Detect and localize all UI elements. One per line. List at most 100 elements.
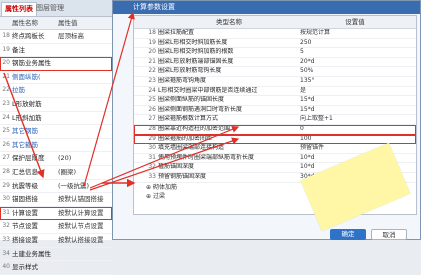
property-row[interactable]: 23 L形放射筋 xyxy=(0,98,112,112)
properties-header: 属性名称 属性值 xyxy=(0,17,112,30)
property-row[interactable]: 31 计算设置 按默认计算设置 xyxy=(0,206,112,221)
property-value[interactable] xyxy=(58,57,110,70)
row-number: 30 xyxy=(148,144,156,152)
setting-value[interactable]: 按规范计算 xyxy=(300,29,410,38)
property-row[interactable]: 18 终点跨板长 层顶标高 xyxy=(0,30,112,44)
setting-value[interactable]: 15*d xyxy=(300,96,410,105)
property-value[interactable]: (一级抗震) xyxy=(58,180,110,193)
property-value[interactable] xyxy=(58,248,110,261)
property-row[interactable]: 30 锚固搭接 按默认锚固搭接 xyxy=(0,193,112,207)
property-name: 钢筋业务属性 xyxy=(12,59,51,68)
property-row[interactable]: 20 钢筋业务属性 xyxy=(0,57,112,71)
row-number: 26 xyxy=(148,105,156,113)
setting-row[interactable]: 20 圈梁L形相交时斜加筋的根数 5 xyxy=(134,48,416,58)
setting-name: 圈梁L形放射筋弯钩长度 xyxy=(158,67,222,75)
setting-value[interactable]: 50% xyxy=(300,67,410,76)
row-number: 26 xyxy=(2,140,10,148)
cancel-button[interactable]: 取消 xyxy=(371,229,407,240)
property-row[interactable]: 27 保护层厚度 (20) xyxy=(0,152,112,166)
setting-row[interactable]: 21 圈梁L形放射筋端部锚固长度 20*d xyxy=(134,58,416,68)
property-value[interactable]: 按默认搭接设置 xyxy=(58,234,110,247)
header-type-name: 类型名称 xyxy=(216,18,242,26)
row-number: 20 xyxy=(148,48,156,56)
setting-value[interactable]: 135° xyxy=(300,77,410,86)
setting-value[interactable]: 5 xyxy=(300,48,410,57)
setting-value[interactable]: 20*d xyxy=(300,58,410,67)
property-name: 搭接设置 xyxy=(12,235,38,244)
row-number: 23 xyxy=(2,99,10,107)
setting-value[interactable]: 0 xyxy=(300,125,410,134)
setting-value[interactable]: 向上取整+1 xyxy=(300,115,410,124)
property-row[interactable]: 40 显示样式 xyxy=(0,261,112,275)
property-value[interactable] xyxy=(58,44,110,57)
setting-value[interactable]: 15*d xyxy=(300,106,410,115)
setting-name: 圈梁侧面钢筋遇洞口时弯折长度 xyxy=(158,105,243,113)
property-value[interactable]: 层顶标高 xyxy=(58,30,110,43)
property-row[interactable]: 21 侧面纵筋( xyxy=(0,71,112,85)
row-number: 19 xyxy=(2,45,10,53)
setting-value[interactable]: 250 xyxy=(300,39,410,48)
property-row[interactable]: 34 土建业务属性 xyxy=(0,248,112,262)
tab-layers[interactable]: 图层管理 xyxy=(33,2,67,15)
property-row[interactable]: 33 搭接设置 按默认搭接设置 xyxy=(0,234,112,248)
property-name: L形斜加筋 xyxy=(12,113,42,122)
property-row[interactable]: 28 汇总信息 (圈梁) xyxy=(0,166,112,180)
property-value[interactable]: 按默认计算设置 xyxy=(58,207,110,220)
setting-row[interactable]: 29 圈梁箍筋的加密间距 100 xyxy=(134,134,416,145)
setting-value[interactable]: 100 xyxy=(300,135,410,144)
row-number: 18 xyxy=(148,29,156,36)
setting-name: 圈梁靠近构造柱的加密范围 xyxy=(158,124,231,132)
setting-row[interactable]: 18 圈梁拉筋配置 按规范计算 xyxy=(134,29,416,39)
property-value[interactable]: 按默认锚固搭接 xyxy=(58,193,110,206)
row-number: 27 xyxy=(148,115,156,123)
setting-name: 圈梁箍筋弯钩角度 xyxy=(158,76,207,84)
setting-row[interactable]: 25 圈梁侧面纵筋的锚固长度 15*d xyxy=(134,96,416,106)
property-name: L形放射筋 xyxy=(12,99,42,108)
setting-row[interactable]: 27 圈梁箍筋根数计算方式 向上取整+1 xyxy=(134,115,416,125)
property-name: 节点设置 xyxy=(12,222,38,231)
settings-table-header: 类型名称 设置值 xyxy=(134,16,416,29)
setting-row[interactable]: 26 圈梁侧面钢筋遇洞口时弯折长度 15*d xyxy=(134,106,416,116)
property-name: 显示样式 xyxy=(12,263,38,272)
row-number: 33 xyxy=(2,235,10,243)
setting-name: 圈梁拉筋配置 xyxy=(158,29,195,36)
row-number: 28 xyxy=(2,167,10,175)
property-value[interactable] xyxy=(58,261,110,274)
property-row[interactable]: 32 节点设置 按默认节点设置 xyxy=(0,220,112,234)
property-name: 计算设置 xyxy=(12,208,38,217)
property-value[interactable]: 按默认节点设置 xyxy=(58,220,110,233)
property-row[interactable]: 19 备注 xyxy=(0,44,112,58)
setting-row[interactable]: 24 L形相交时圈梁中部钢筋是否连续通过 是 xyxy=(134,87,416,97)
property-row[interactable]: 25 其它钢筋 xyxy=(0,125,112,139)
property-value[interactable] xyxy=(58,112,110,125)
row-number: 25 xyxy=(148,96,156,104)
property-row[interactable]: 29 抗震等级 (一级抗震) xyxy=(0,180,112,194)
tab-properties[interactable]: 属性列表 xyxy=(1,2,37,16)
setting-row[interactable]: 19 圈梁L形相交时斜加筋长度 250 xyxy=(134,39,416,49)
property-value[interactable] xyxy=(58,125,110,138)
property-row[interactable]: 26 其它箍筋 xyxy=(0,139,112,153)
property-row[interactable]: 24 L形斜加筋 xyxy=(0,112,112,126)
row-number: 31 xyxy=(148,153,156,161)
properties-panel: 属性列表 图层管理 属性名称 属性值 18 终点跨板长 层顶标高 19 备注 20 钢筋业务… xyxy=(0,0,113,275)
ok-button[interactable]: 确定 xyxy=(330,229,366,240)
property-row[interactable]: 22 拉筋 xyxy=(0,84,112,98)
property-value[interactable] xyxy=(58,139,110,152)
setting-row[interactable]: 23 圈梁箍筋弯钩角度 135° xyxy=(134,77,416,87)
setting-row[interactable]: 22 圈梁L形放射筋弯钩长度 50% xyxy=(134,67,416,77)
property-value[interactable]: (20) xyxy=(58,152,110,165)
setting-name: 使用预埋件时圈梁端部纵筋弯折长度 xyxy=(158,153,255,161)
setting-value[interactable]: 预留锚件 xyxy=(300,144,410,153)
row-number: 33 xyxy=(148,172,156,180)
setting-value[interactable]: 是 xyxy=(300,87,410,96)
property-value[interactable] xyxy=(58,98,110,111)
property-name: 备注 xyxy=(12,45,25,54)
property-value[interactable]: (圈梁) xyxy=(58,166,110,179)
row-number: 18 xyxy=(2,32,10,39)
property-value[interactable] xyxy=(58,71,110,84)
setting-row[interactable]: 28 圈梁靠近构造柱的加密范围 0 xyxy=(134,124,416,135)
row-number: 29 xyxy=(2,181,10,189)
property-value[interactable] xyxy=(58,84,110,97)
row-number: 27 xyxy=(2,154,10,162)
row-number: 21 xyxy=(148,57,156,65)
